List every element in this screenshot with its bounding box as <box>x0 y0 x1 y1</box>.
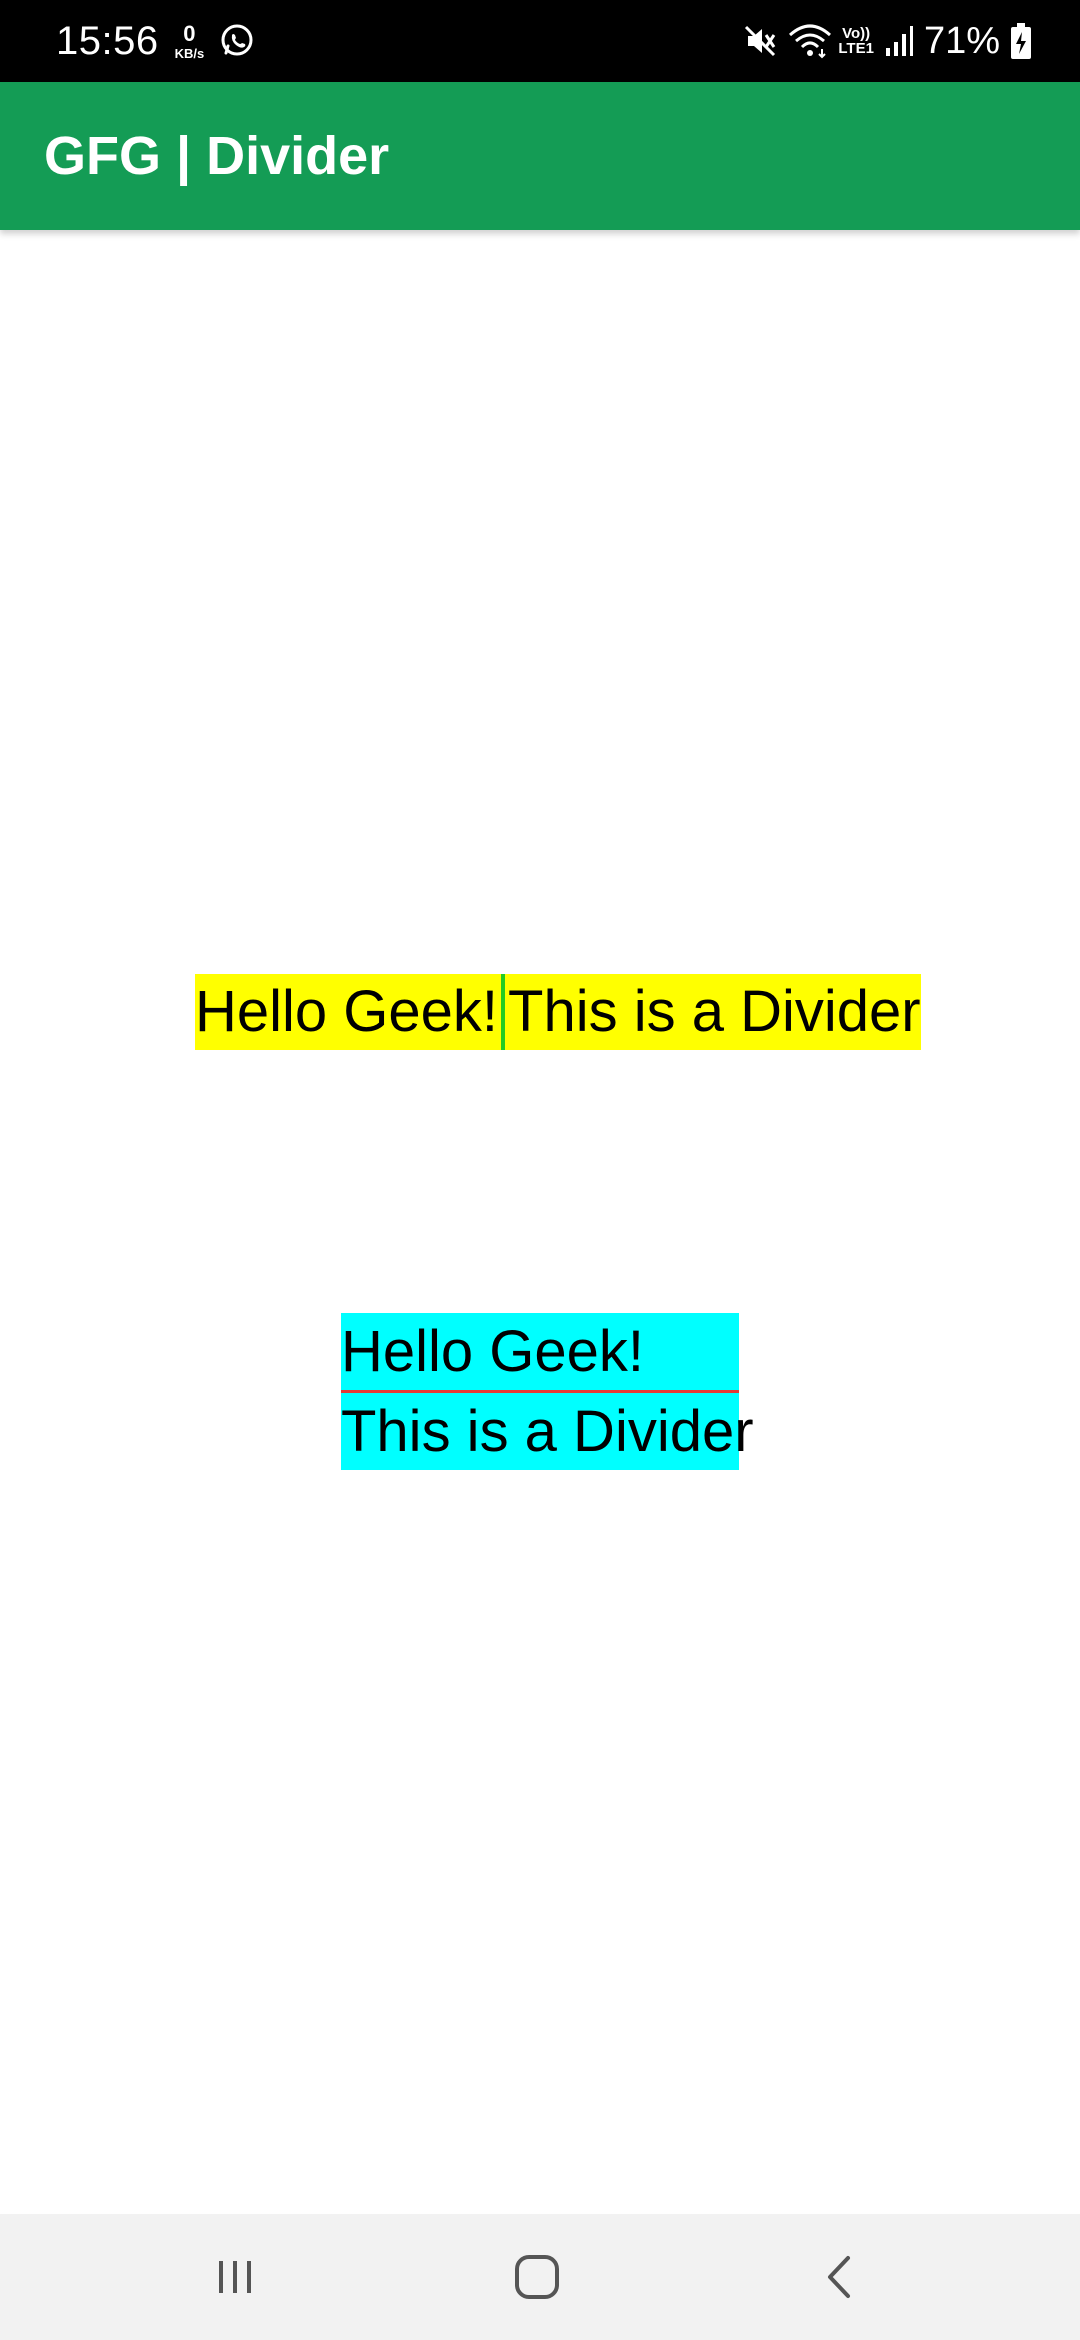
row-divider-container: Hello Geek! This is a Divider <box>195 974 921 1050</box>
row-right-text: This is a Divider <box>508 979 921 1044</box>
column-bottom-text: This is a Divider <box>341 1399 754 1464</box>
status-left: 15:56 0 KB/s <box>56 0 256 82</box>
app-title: GFG | Divider <box>44 126 390 186</box>
lte-label: LTE1 <box>838 40 874 57</box>
screen: 15:56 0 KB/s Vo)) LTE1 71% GFG | Divider… <box>0 0 1080 2340</box>
column-divider-container: Hello Geek! This is a Divider <box>341 1313 754 1470</box>
recent-apps-icon <box>219 2261 251 2293</box>
home-button[interactable] <box>467 2214 607 2340</box>
status-bar: 15:56 0 KB/s Vo)) LTE1 71% <box>0 0 1080 82</box>
home-icon <box>515 2255 559 2299</box>
app-bar: GFG | Divider <box>0 82 1080 230</box>
back-button[interactable] <box>770 2214 910 2340</box>
net-speed-value: 0 <box>183 20 196 46</box>
vertical-divider <box>501 974 506 1050</box>
volte-label: Vo)) <box>842 25 871 42</box>
net-speed-indicator: 0 KB/s <box>174 20 205 61</box>
recent-apps-button[interactable] <box>165 2214 305 2340</box>
status-time: 15:56 <box>56 18 159 63</box>
navigation-bar <box>0 2214 1080 2340</box>
whatsapp-icon <box>221 24 253 56</box>
status-right: Vo)) LTE1 71% <box>732 0 1032 82</box>
battery-percentage: 71% <box>923 19 1000 62</box>
wifi-icon <box>789 24 832 59</box>
row-left-text: Hello Geek! <box>195 979 499 1044</box>
battery-charging-icon <box>1011 23 1031 59</box>
net-speed-unit: KB/s <box>174 45 205 61</box>
signal-icon <box>885 26 913 56</box>
back-icon <box>828 2256 850 2298</box>
mute-icon <box>745 25 776 57</box>
lte-indicator: Vo)) LTE1 <box>838 26 874 56</box>
column-top-text: Hello Geek! <box>341 1319 645 1384</box>
